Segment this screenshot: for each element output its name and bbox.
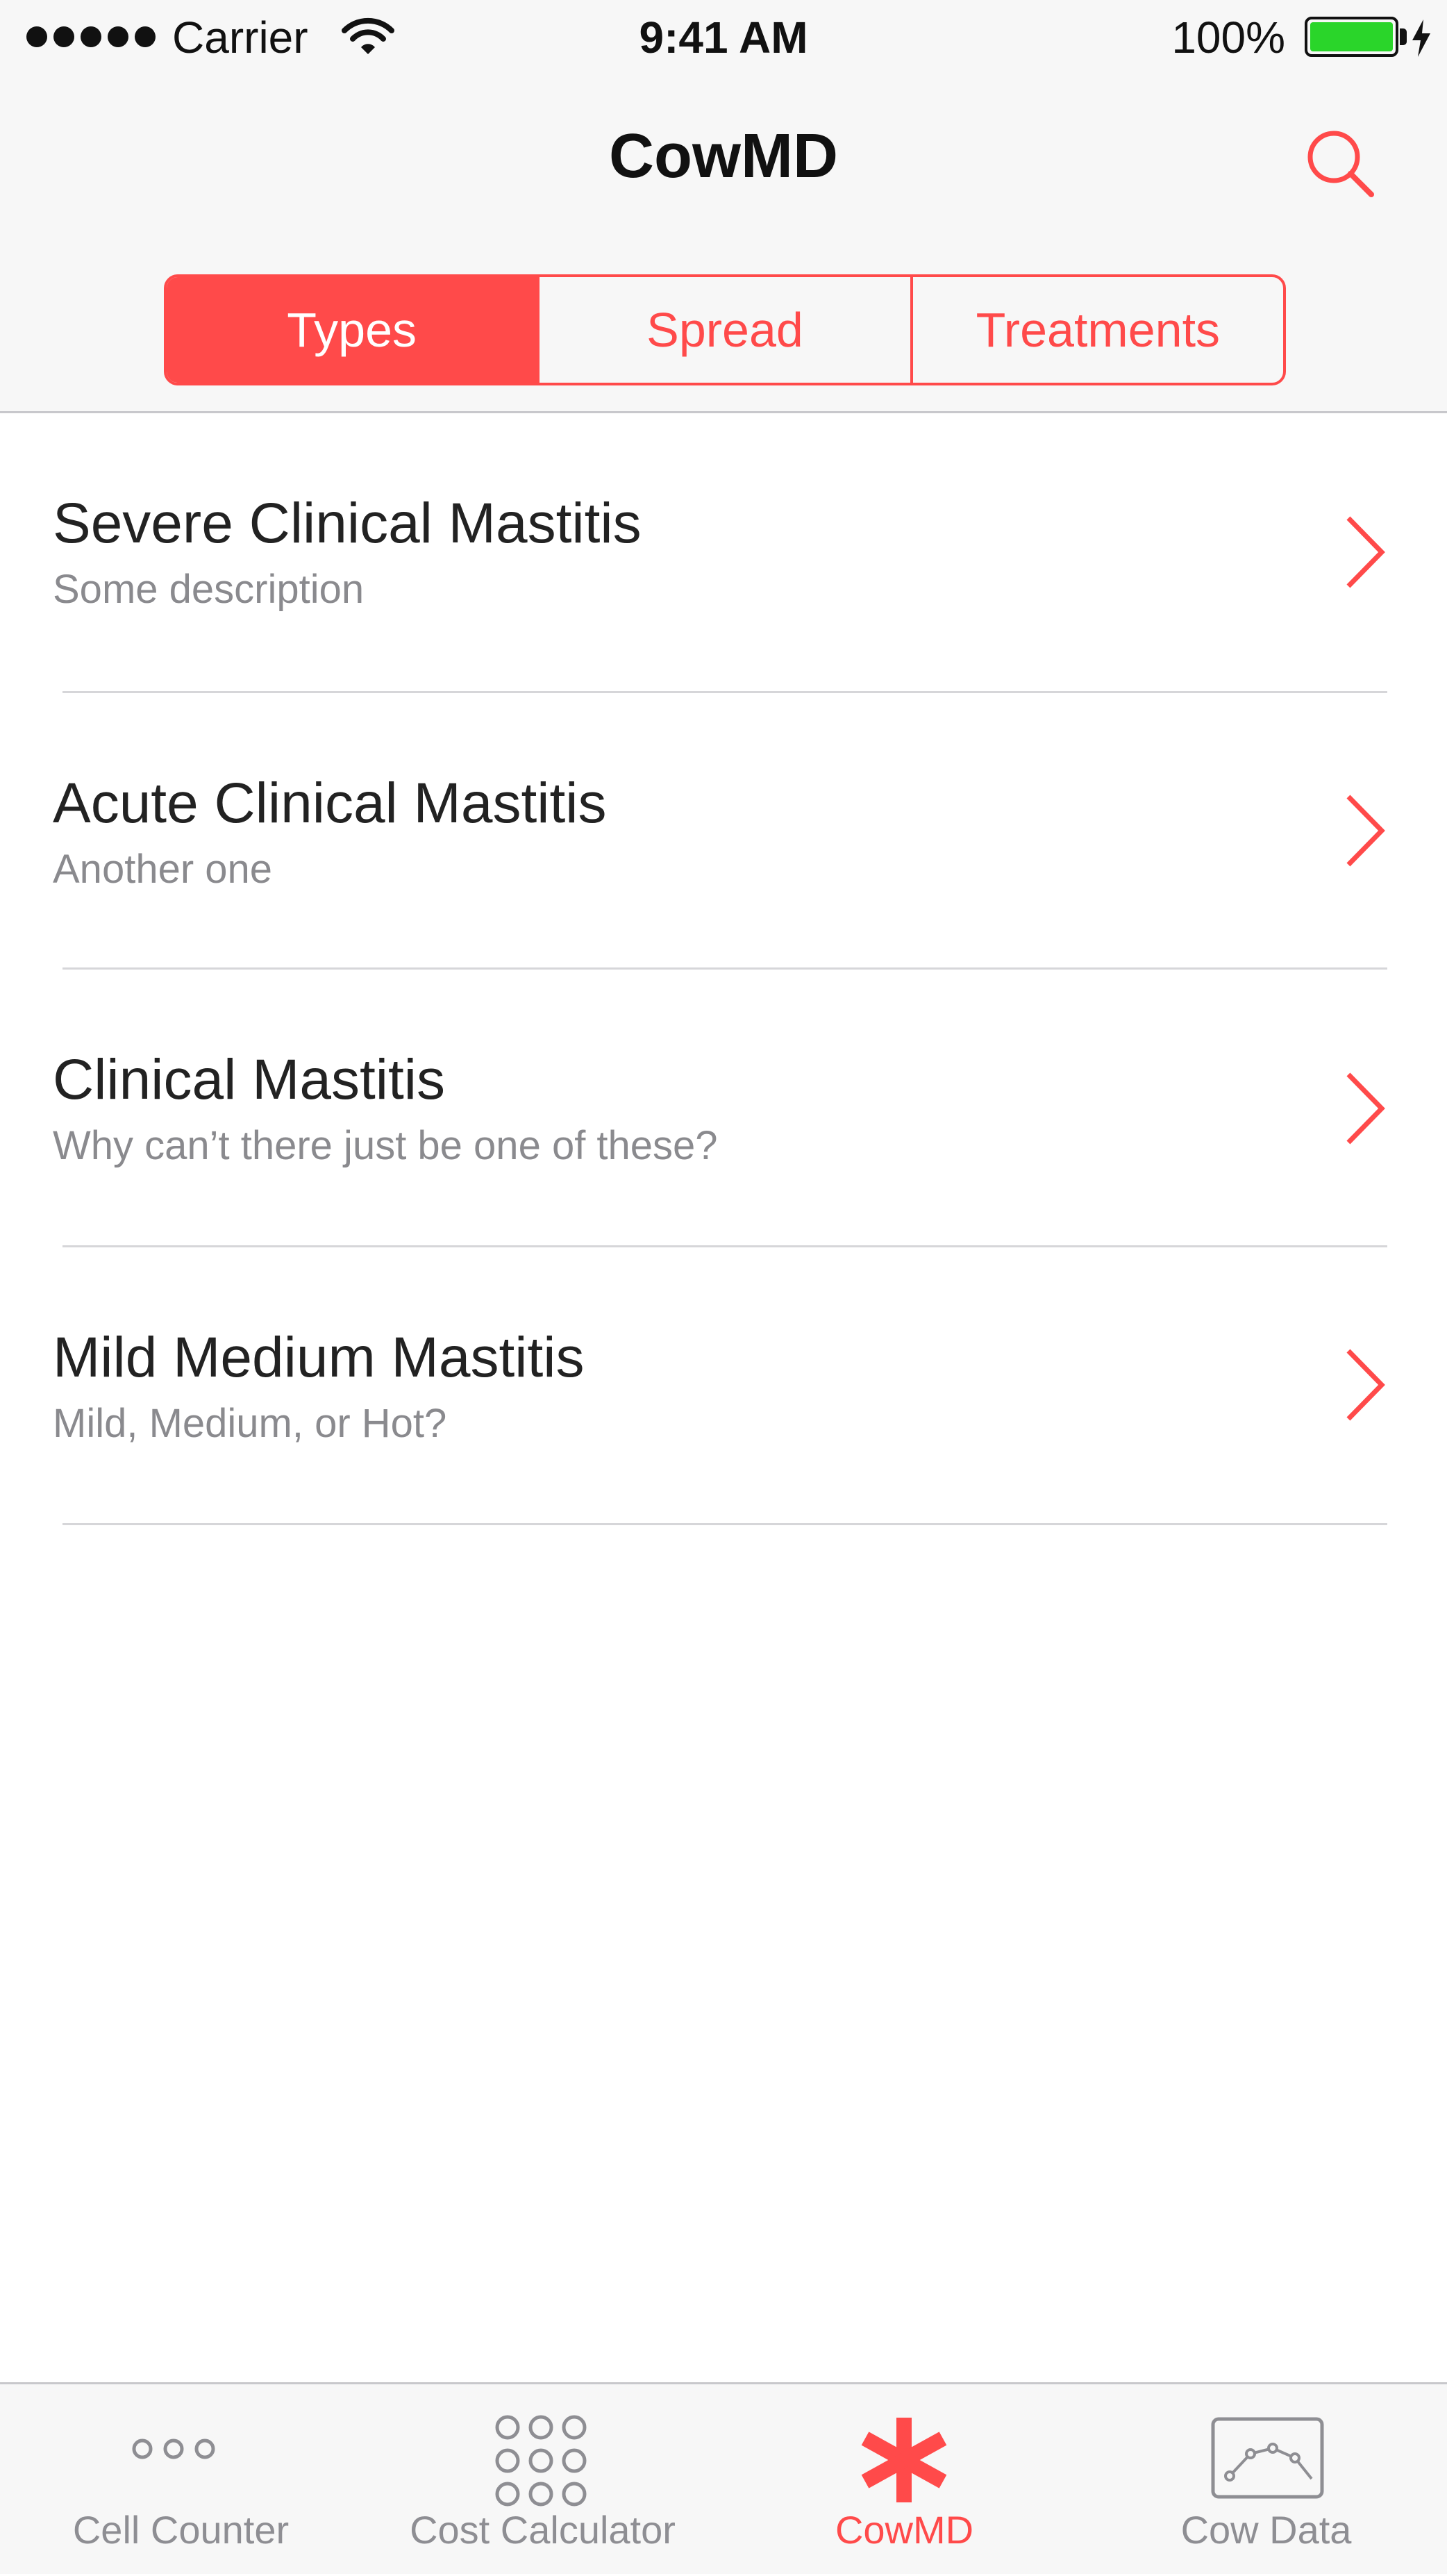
list-item-subtitle: Some description bbox=[53, 567, 365, 612]
list-item-subtitle: Mild, Medium, or Hot? bbox=[53, 1401, 447, 1446]
segment-treatments[interactable]: Treatments bbox=[910, 277, 1283, 383]
segment-spread[interactable]: Spread bbox=[537, 277, 910, 383]
chevron-right-icon bbox=[1346, 795, 1385, 867]
chevron-right-icon bbox=[1346, 1349, 1385, 1421]
tab-cell-counter[interactable]: Cell Counter bbox=[0, 2384, 362, 2576]
page-title: CowMD bbox=[609, 122, 838, 191]
chevron-right-icon bbox=[1346, 1072, 1385, 1145]
tab-bar: Cell Counter Cost Calculator CowMD Cow D… bbox=[0, 2382, 1447, 2574]
three-dots-icon bbox=[132, 2438, 215, 2459]
list-item-title: Mild Medium Mastitis bbox=[53, 1326, 585, 1389]
tab-cowmd[interactable]: CowMD bbox=[724, 2384, 1085, 2576]
category-segmented-control: Types Spread Treatments bbox=[164, 274, 1286, 385]
battery-icon bbox=[1305, 17, 1398, 57]
list-item-subtitle: Another one bbox=[53, 847, 273, 892]
list-item-title: Severe Clinical Mastitis bbox=[53, 492, 642, 555]
tab-label: CowMD bbox=[835, 2508, 974, 2552]
tab-cost-calculator[interactable]: Cost Calculator bbox=[362, 2384, 724, 2576]
list-item-acute-clinical[interactable]: Acute Clinical Mastitis Another one bbox=[0, 693, 1447, 971]
list-item-subtitle: Why can’t there just be one of these? bbox=[53, 1123, 718, 1168]
asterisk-icon bbox=[861, 2418, 947, 2502]
list-item-clinical[interactable]: Clinical Mastitis Why can’t there just b… bbox=[0, 970, 1447, 1247]
tab-label: Cow Data bbox=[1180, 2508, 1352, 2552]
list-item-mild-medium[interactable]: Mild Medium Mastitis Mild, Medium, or Ho… bbox=[0, 1247, 1447, 1525]
list-item-severe-clinical[interactable]: Severe Clinical Mastitis Some descriptio… bbox=[0, 413, 1447, 691]
battery-percentage: 100% bbox=[1171, 13, 1285, 63]
list-item-title: Acute Clinical Mastitis bbox=[53, 772, 607, 835]
tab-label: Cost Calculator bbox=[410, 2508, 676, 2552]
segment-types[interactable]: Types bbox=[167, 277, 537, 383]
list-item-title: Clinical Mastitis bbox=[53, 1048, 445, 1111]
line-chart-icon bbox=[1211, 2417, 1324, 2499]
navigation-header: Carrier 9:41 AM 100% CowMD Types Spread … bbox=[0, 0, 1447, 413]
battery-nub bbox=[1400, 28, 1407, 45]
chevron-right-icon bbox=[1346, 516, 1385, 588]
charging-bolt-icon bbox=[1412, 19, 1430, 57]
tab-cow-data[interactable]: Cow Data bbox=[1085, 2384, 1447, 2576]
tab-label: Cell Counter bbox=[72, 2508, 290, 2552]
search-icon[interactable] bbox=[1302, 125, 1378, 201]
list-separator bbox=[62, 1523, 1387, 1525]
dot-grid-icon bbox=[495, 2415, 587, 2507]
